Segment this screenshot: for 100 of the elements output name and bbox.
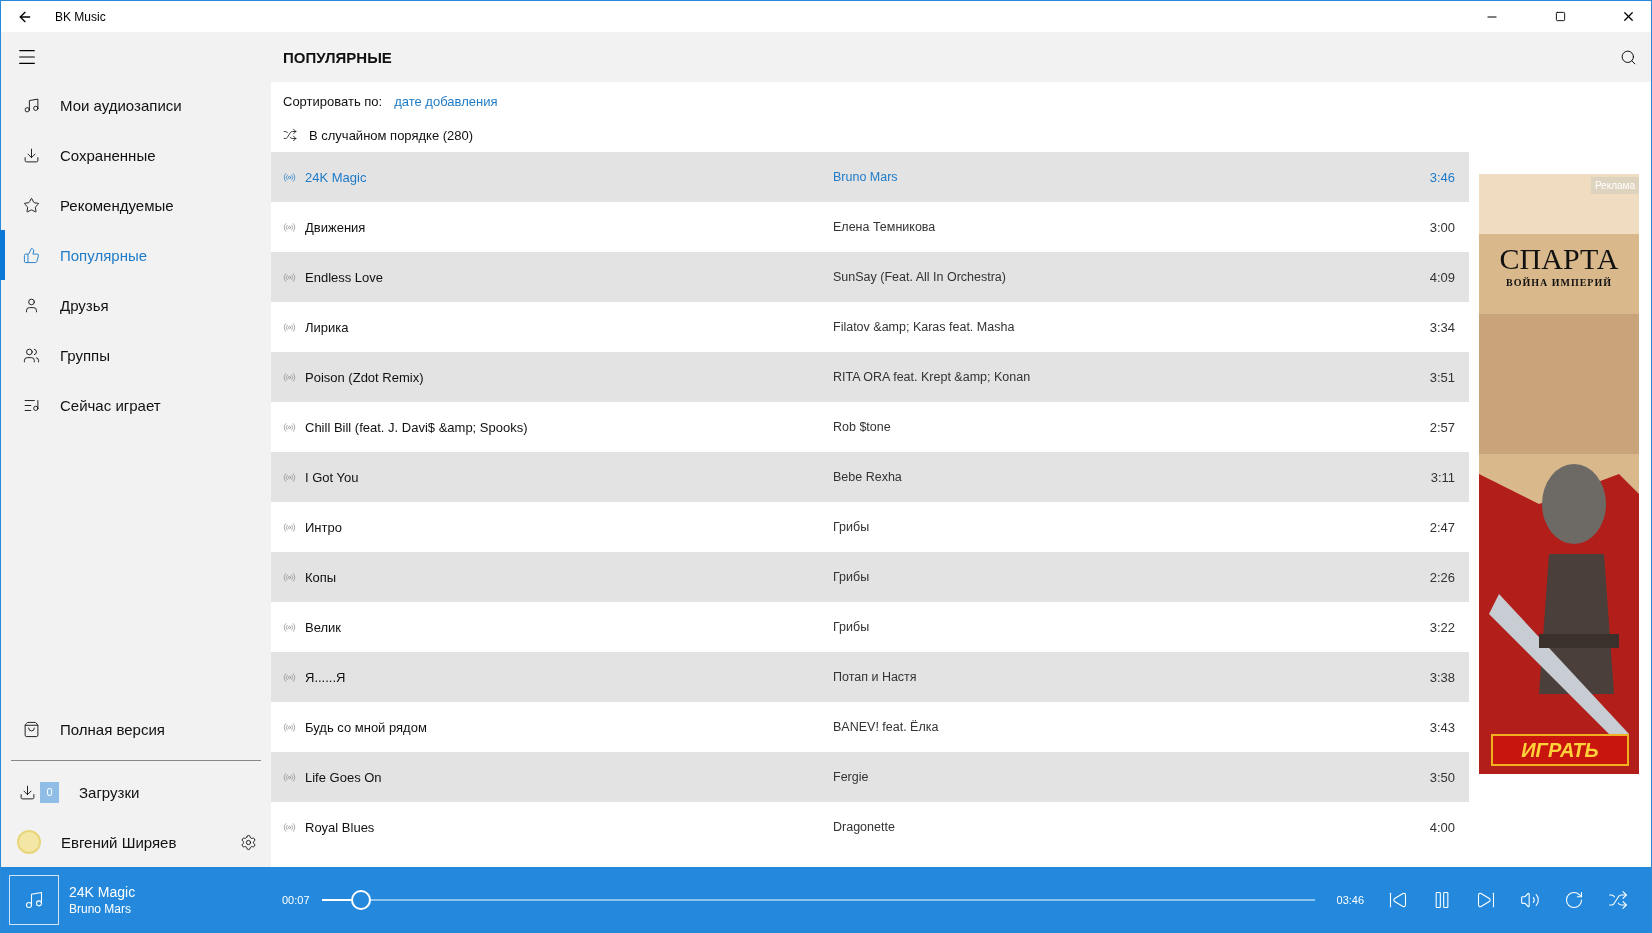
ad-title: СПАРТА <box>1498 242 1620 276</box>
track-title: Лирика <box>305 319 350 335</box>
bag-icon <box>23 720 40 738</box>
track-duration: 3:50 <box>1429 769 1455 785</box>
page-title: ПОПУЛЯРНЫЕ <box>283 48 392 66</box>
download-icon <box>23 146 40 164</box>
nav-item[interactable]: Группы <box>0 330 271 380</box>
nav-item[interactable]: Сейчас играет <box>0 380 271 430</box>
now-playing-title: 24K Magic <box>69 884 137 900</box>
track-artist: Грибы <box>833 620 871 634</box>
track-artist: Грибы <box>833 570 871 584</box>
track-title: Движения <box>305 219 367 235</box>
nav-item[interactable]: Полная версия <box>0 704 271 754</box>
track-title: Life Goes On <box>305 769 383 785</box>
track-artist: SunSay (Feat. All In Orchestra) <box>833 270 1007 284</box>
thumbs-up-icon <box>23 246 40 264</box>
play-button[interactable]: ИГРАТЬ <box>1491 734 1629 766</box>
track-title: Будь со мной рядом <box>305 719 428 735</box>
previous-button[interactable] <box>1388 890 1409 910</box>
nav-item[interactable]: Мои аудиозаписи <box>0 80 271 130</box>
track-title: Я......Я <box>305 669 347 685</box>
track-duration: 3:43 <box>1429 719 1455 735</box>
track-title: Royal Blues <box>305 819 376 835</box>
track-title: Интро <box>305 519 343 535</box>
next-button[interactable] <box>1476 890 1497 910</box>
broadcast-icon <box>283 720 296 734</box>
ad-subtitle: ВОЙНА ИМПЕРИЙ <box>1504 277 1614 288</box>
track-title: Poison (Zdot Remix) <box>305 369 425 385</box>
track-row[interactable]: Я......Я Потап и Настя 3:38 <box>271 652 1469 702</box>
track-row[interactable]: I Got You Bebe Rexha 3:11 <box>271 452 1469 502</box>
nav-item[interactable]: Друзья <box>0 280 271 330</box>
track-artist: Грибы <box>833 520 871 534</box>
broadcast-icon <box>283 170 296 184</box>
track-row[interactable]: Poison (Zdot Remix) RITA ORA feat. Krept &amp; Konan 3:51 <box>271 352 1469 402</box>
broadcast-icon <box>283 570 296 584</box>
broadcast-icon <box>283 470 296 484</box>
track-duration: 3:51 <box>1429 369 1455 385</box>
track-row[interactable]: Копы Грибы 2:26 <box>271 552 1469 602</box>
count-badge: 0 <box>40 781 59 803</box>
track-artist: Fergie <box>833 770 870 784</box>
track-duration: 2:47 <box>1429 519 1455 535</box>
track-artist: Елена Темникова <box>833 220 937 234</box>
track-duration: 3:22 <box>1429 619 1455 635</box>
progress-slider[interactable] <box>321 889 1315 911</box>
nav-item[interactable]: Рекомендуемые <box>0 180 271 230</box>
track-artist: Потап и Настя <box>833 670 918 684</box>
broadcast-icon <box>283 320 296 334</box>
track-title: I Got You <box>305 469 360 485</box>
user-name[interactable]: Евгений Ширяев <box>61 833 220 851</box>
person-icon <box>23 296 40 314</box>
broadcast-icon <box>283 270 296 284</box>
track-row[interactable]: 24K Magic Bruno Mars 3:46 <box>271 152 1469 202</box>
track-row[interactable]: Life Goes On Fergie 3:50 <box>271 752 1469 802</box>
nav-item[interactable]: Загрузки <box>79 783 140 801</box>
shuffle-icon[interactable] <box>283 128 297 142</box>
sort-link[interactable]: дате добавления <box>394 93 498 109</box>
repeat-button[interactable] <box>1564 890 1585 910</box>
music-note-icon <box>23 96 40 114</box>
track-duration: 2:57 <box>1429 419 1455 435</box>
track-duration: 3:00 <box>1429 219 1455 235</box>
nav-item[interactable]: Сохраненные <box>0 130 271 180</box>
track-duration: 4:09 <box>1429 269 1455 285</box>
elapsed-time: 00:07 <box>282 894 310 906</box>
download-icon <box>19 783 36 801</box>
shuffle-button[interactable] <box>1608 890 1629 910</box>
broadcast-icon <box>283 370 296 384</box>
broadcast-icon <box>283 520 296 534</box>
track-title: Велик <box>305 619 342 635</box>
star-icon <box>23 196 40 214</box>
sort-label: Сортировать по: <box>283 93 383 109</box>
track-duration: 3:34 <box>1429 319 1455 335</box>
settings-icon[interactable] <box>240 833 257 851</box>
broadcast-icon <box>283 770 296 784</box>
broadcast-icon <box>283 620 296 634</box>
broadcast-icon <box>283 220 296 234</box>
track-duration: 3:11 <box>1430 469 1455 485</box>
track-artist: Bruno Mars <box>833 170 899 184</box>
track-title: Копы <box>305 569 338 585</box>
ad-label: Реклама <box>1590 177 1639 194</box>
now-playing-artist: Bruno Mars <box>69 902 133 916</box>
slider-thumb[interactable] <box>351 890 372 910</box>
total-time: 03:46 <box>1336 894 1365 906</box>
people-icon <box>23 346 40 364</box>
track-title: 24K Magic <box>305 169 368 185</box>
track-duration: 3:38 <box>1429 669 1455 685</box>
track-artist: RITA ORA feat. Krept &amp; Konan <box>833 370 1032 384</box>
track-duration: 4:00 <box>1429 819 1455 835</box>
maximize-icon[interactable] <box>1554 11 1566 22</box>
shuffle-link[interactable]: В случайном порядке (280) <box>309 127 474 143</box>
broadcast-icon <box>283 420 296 434</box>
track-artist: Filatov &amp; Karas feat. Masha <box>833 320 1016 334</box>
broadcast-icon <box>283 670 296 684</box>
track-artist: Rob $tone <box>833 420 892 434</box>
track-artist: Bebe Rexha <box>833 470 903 484</box>
volume-button[interactable] <box>1520 890 1541 910</box>
track-row[interactable]: Endless Love SunSay (Feat. All In Orchestra) 4:09 <box>271 252 1469 302</box>
track-duration: 3:46 <box>1429 169 1455 185</box>
music-note-icon <box>24 890 44 910</box>
search-icon[interactable] <box>1620 48 1637 66</box>
window-title: BK Music <box>55 9 107 24</box>
